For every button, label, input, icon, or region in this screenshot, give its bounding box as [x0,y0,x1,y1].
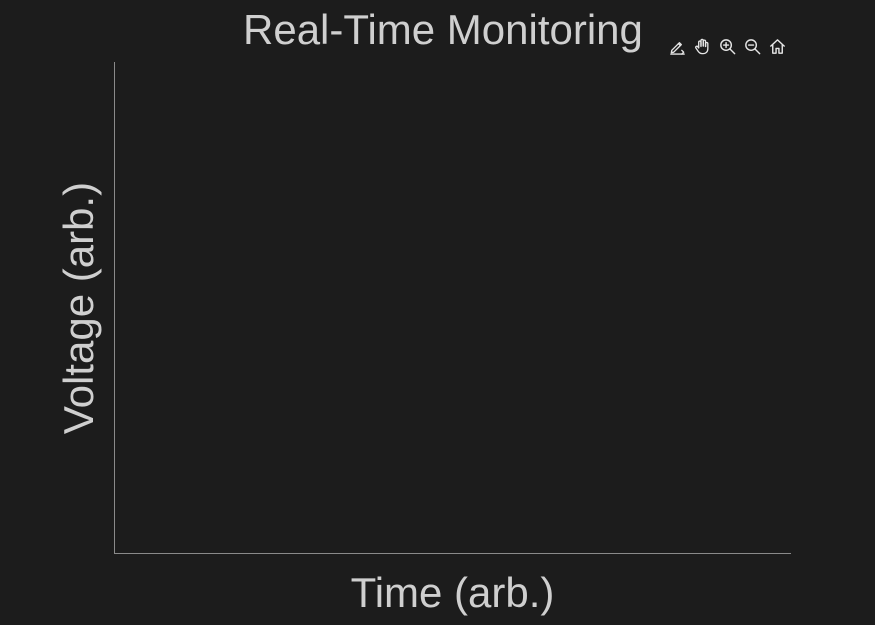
y-axis-label: Voltage (arb.) [55,181,102,435]
plot-axes[interactable] [114,62,791,554]
zoom-in-icon[interactable] [717,36,738,57]
zoom-out-icon[interactable] [742,36,763,57]
plot-window: Real-Time Monitoring Voltage (arb.) Time… [0,0,875,625]
pan-icon[interactable] [692,36,713,57]
x-axis-label: Time (arb.) [350,569,555,616]
home-icon[interactable] [767,36,788,57]
chart-title: Real-Time Monitoring [243,6,643,53]
plot-toolbar [667,36,788,57]
edit-icon[interactable] [667,36,688,57]
